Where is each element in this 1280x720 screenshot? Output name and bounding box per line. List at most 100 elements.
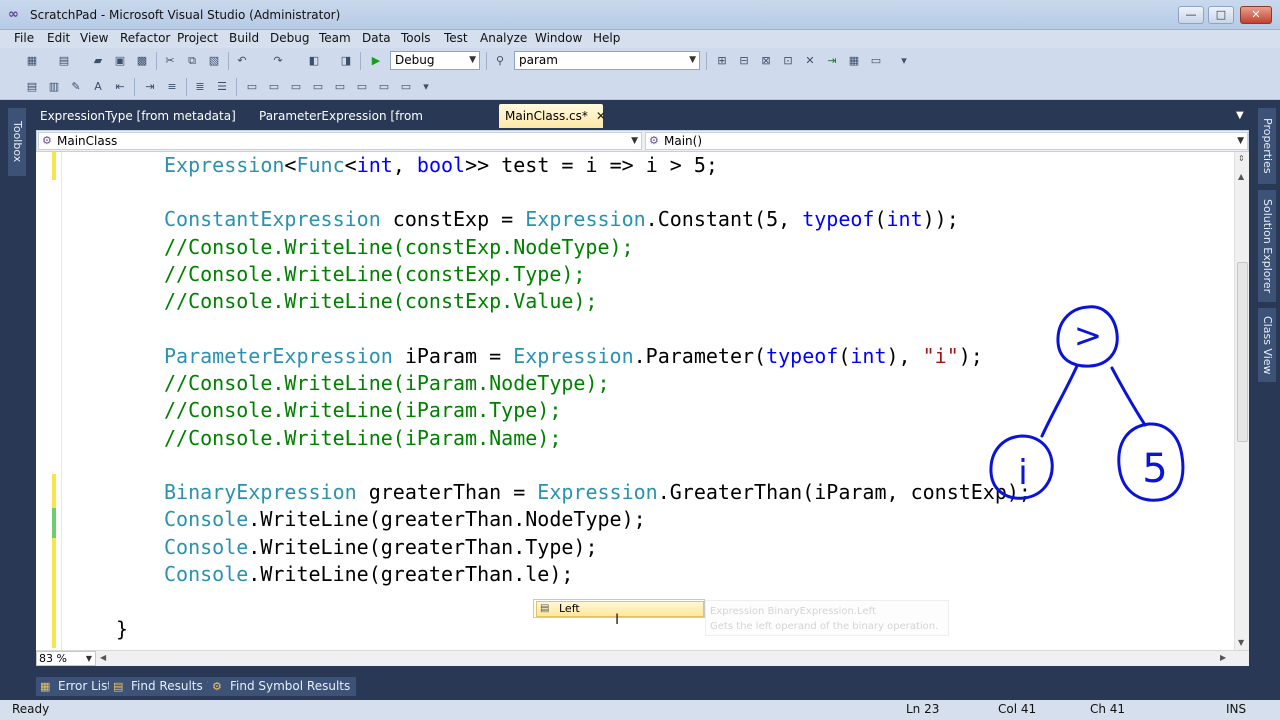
- save-all-icon[interactable]: ▩: [134, 53, 150, 69]
- undo-icon[interactable]: ↶: [234, 53, 250, 69]
- menu-window[interactable]: Window: [535, 31, 582, 45]
- scrollbar-thumb[interactable]: [1237, 262, 1248, 442]
- scroll-left-icon[interactable]: ◀: [100, 653, 106, 662]
- start-page-icon[interactable]: ⇥: [824, 53, 840, 69]
- properties-tab[interactable]: Properties: [1258, 108, 1276, 184]
- quick-info-tooltip: Expression BinaryExpression.Left Gets th…: [705, 600, 949, 636]
- zoom-select[interactable]: 83 % ▼: [36, 651, 96, 666]
- code-line: ConstantExpression constExp = Expression…: [164, 207, 959, 231]
- scroll-right-icon[interactable]: ▶: [1220, 653, 1226, 662]
- navigate-forward-icon[interactable]: ◨: [338, 53, 354, 69]
- close-button[interactable]: ✕: [1240, 6, 1272, 24]
- tools-icon[interactable]: ✕: [802, 53, 818, 69]
- members-dropdown[interactable]: ⚙ Main() ▼: [645, 132, 1248, 150]
- menu-build[interactable]: Build: [229, 31, 259, 45]
- menu-test[interactable]: Test: [444, 31, 468, 45]
- menu-project[interactable]: Project: [177, 31, 218, 45]
- tab-parameterexpression[interactable]: ParameterExpression [from metadata]🔒︎: [253, 104, 485, 147]
- toolbox-icon[interactable]: ⊡: [780, 53, 796, 69]
- scroll-down-icon[interactable]: ▼: [1238, 638, 1244, 647]
- maximize-button[interactable]: □: [1208, 6, 1234, 24]
- find-in-files-icon[interactable]: ⚲: [492, 53, 508, 69]
- types-dropdown[interactable]: ⚙ MainClass ▼: [38, 132, 642, 150]
- extension-manager-icon[interactable]: ▦: [846, 53, 862, 69]
- close-tab-icon[interactable]: ✕: [596, 109, 606, 123]
- paste-icon[interactable]: ▧: [206, 53, 222, 69]
- clear-bookmarks-icon[interactable]: ▭: [398, 79, 414, 95]
- display-object-members-icon[interactable]: ▤: [24, 79, 40, 95]
- code-line: ParameterExpression iParam = Expression.…: [164, 344, 983, 368]
- minimize-button[interactable]: —: [1178, 6, 1204, 24]
- cut-icon[interactable]: ✂: [162, 53, 178, 69]
- code-editor[interactable]: Expression<Func<int, bool>> test = i => …: [36, 152, 1249, 650]
- completion-item-label: Left: [559, 602, 580, 615]
- configuration-value: Debug: [395, 53, 435, 67]
- solution-configuration-select[interactable]: Debug ▼: [390, 51, 480, 70]
- tab-expressiontype[interactable]: ExpressionType [from metadata]🔒︎: [34, 104, 246, 147]
- solution-explorer-icon[interactable]: ⊞: [714, 53, 730, 69]
- menu-help[interactable]: Help: [593, 31, 620, 45]
- comment-lines-icon[interactable]: ≣: [192, 79, 208, 95]
- command-window-icon[interactable]: ▭: [868, 53, 884, 69]
- previous-bookmark-icon[interactable]: ▭: [266, 79, 282, 95]
- tooltip-description: Gets the left operand of the binary oper…: [710, 621, 939, 632]
- display-word-completion-icon[interactable]: A: [90, 79, 106, 95]
- chevron-down-icon: ▼: [631, 136, 638, 146]
- toolbox-tab[interactable]: Toolbox: [8, 108, 26, 176]
- tab-find-symbol-results[interactable]: ⚙ Find Symbol Results: [208, 677, 357, 696]
- tab-error-list[interactable]: ▦ Error List: [36, 677, 119, 696]
- open-file-icon[interactable]: ▰: [90, 53, 106, 69]
- toggle-bookmark-icon[interactable]: ▭: [244, 79, 260, 95]
- uncomment-lines-icon[interactable]: ☰: [214, 79, 230, 95]
- next-bookmark-in-folder-icon[interactable]: ▭: [332, 79, 348, 95]
- object-browser-icon[interactable]: ⊠: [758, 53, 774, 69]
- next-bookmark-icon[interactable]: ▭: [288, 79, 304, 95]
- class-icon: ⚙: [42, 134, 52, 147]
- next-bookmark-in-document-icon[interactable]: ▭: [376, 79, 392, 95]
- menu-bar: File Edit View Refactor Project Build De…: [0, 30, 1280, 48]
- split-handle-icon[interactable]: ⇕: [1238, 154, 1245, 163]
- properties-window-icon[interactable]: ⊟: [736, 53, 752, 69]
- navigate-backward-icon[interactable]: ◧: [306, 53, 322, 69]
- menu-tools[interactable]: Tools: [401, 31, 431, 45]
- menu-refactor[interactable]: Refactor: [120, 31, 170, 45]
- changed-line-marker: [52, 152, 56, 180]
- menu-data[interactable]: Data: [362, 31, 391, 45]
- tab-mainclass[interactable]: MainClass.cs* ✕: [499, 104, 606, 128]
- menu-file[interactable]: File: [14, 31, 34, 45]
- menu-debug[interactable]: Debug: [270, 31, 309, 45]
- menu-view[interactable]: View: [80, 31, 108, 45]
- title-bar: ∞ ScratchPad - Microsoft Visual Studio (…: [0, 0, 1280, 30]
- display-quick-info-icon[interactable]: ✎: [68, 79, 84, 95]
- code-line: //Console.WriteLine(iParam.Name);: [164, 426, 562, 450]
- decrease-indent-icon[interactable]: ⇤: [112, 79, 128, 95]
- toolbar-options-icon[interactable]: ▾: [896, 53, 912, 69]
- increase-indent-icon[interactable]: ⇥: [142, 79, 158, 95]
- tab-label: Find Results 1: [131, 679, 215, 693]
- class-view-tab[interactable]: Class View: [1258, 308, 1276, 382]
- display-parameter-info-icon[interactable]: ▥: [46, 79, 62, 95]
- start-debugging-icon[interactable]: ▶: [368, 53, 384, 69]
- status-bar: Ready Ln 23 Col 41 Ch 41 INS: [0, 700, 1280, 720]
- redo-icon[interactable]: ↷: [270, 53, 286, 69]
- add-item-icon[interactable]: ▤: [56, 53, 72, 69]
- outdent-icon[interactable]: ≡: [164, 79, 180, 95]
- find-symbol-icon: ⚙: [212, 680, 222, 693]
- completion-item-left[interactable]: ▤ Left: [536, 601, 704, 617]
- toolbar-options-icon[interactable]: ▾: [418, 79, 434, 95]
- scroll-up-icon[interactable]: ▲: [1238, 172, 1244, 181]
- tab-find-results-1[interactable]: ▤ Find Results 1: [109, 677, 221, 696]
- copy-icon[interactable]: ⧉: [184, 53, 200, 69]
- menu-analyze[interactable]: Analyze: [480, 31, 527, 45]
- menu-team[interactable]: Team: [319, 31, 351, 45]
- chevron-down-icon[interactable]: ▼: [1236, 110, 1244, 121]
- solution-explorer-tab[interactable]: Solution Explorer: [1258, 190, 1276, 302]
- vertical-scrollbar[interactable]: ⇕ ▲ ▼: [1234, 152, 1249, 650]
- find-combo[interactable]: param ▼: [514, 51, 700, 70]
- tab-label: Error List: [58, 679, 113, 693]
- previous-bookmark-in-folder-icon[interactable]: ▭: [310, 79, 326, 95]
- menu-edit[interactable]: Edit: [47, 31, 70, 45]
- save-icon[interactable]: ▣: [112, 53, 128, 69]
- new-project-icon[interactable]: ▦: [24, 53, 40, 69]
- previous-bookmark-in-document-icon[interactable]: ▭: [354, 79, 370, 95]
